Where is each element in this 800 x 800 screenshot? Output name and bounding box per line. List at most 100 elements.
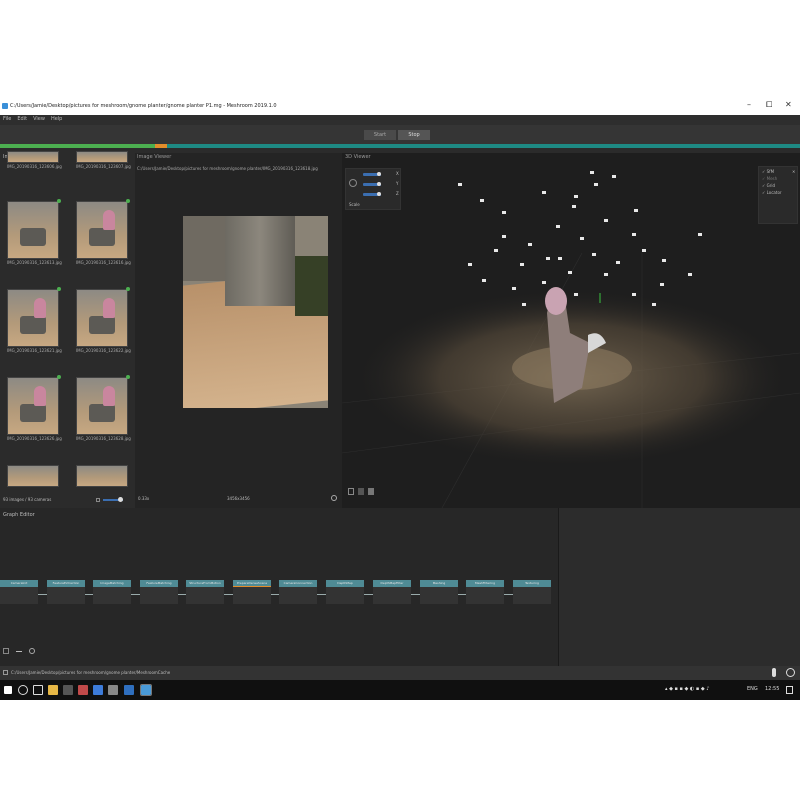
gizmo-icon[interactable] — [349, 179, 357, 187]
thumbnail-image — [7, 151, 59, 163]
start-button[interactable]: Start — [364, 130, 396, 140]
menu-bar: File Edit View Help — [0, 115, 800, 125]
zoom-level: 0.33x — [138, 496, 150, 501]
thumbnail[interactable]: IMG_20190316_123622.jpg — [76, 287, 131, 355]
camera-marker — [512, 287, 516, 290]
layer-mesh[interactable]: ✓ Mesh — [759, 174, 797, 181]
slider-knob[interactable] — [118, 497, 123, 502]
graph-node-body — [466, 587, 504, 604]
camera-marker — [542, 191, 546, 194]
x-axis-label: X — [396, 171, 399, 176]
texture-view-icon[interactable] — [368, 488, 374, 495]
3d-viewer-panel[interactable]: 3D Viewer X Y Z Scale ✓ SfM ✕ ✓ Mesh ✓ Gr… — [342, 153, 800, 508]
image-path: C:/Users/Jamie/Desktop/pictures for mesh… — [137, 166, 318, 171]
layer-grid[interactable]: ✓ Grid — [759, 181, 797, 188]
graph-node-body — [0, 587, 38, 604]
graph-node[interactable]: StructureFromMotion — [186, 580, 224, 606]
camera-marker — [482, 279, 486, 282]
app-icon[interactable] — [93, 685, 103, 695]
graph-node-title: CameraInit — [0, 580, 38, 587]
y-axis-knob[interactable] — [377, 182, 381, 186]
camera-marker — [520, 263, 524, 266]
status-indicator-icon — [786, 668, 795, 677]
graph-node[interactable]: MeshFiltering — [466, 580, 504, 606]
app-icon[interactable] — [124, 685, 134, 695]
file-explorer-icon[interactable] — [48, 685, 58, 695]
thumbnail-image — [7, 201, 59, 259]
graph-node[interactable]: DepthMapFilter — [373, 580, 411, 606]
graph-node[interactable]: Texturing — [513, 580, 551, 606]
z-axis-knob[interactable] — [377, 192, 381, 196]
layer-sfm[interactable]: ✓ SfM ✕ — [759, 167, 797, 174]
close-button[interactable]: ✕ — [785, 100, 792, 109]
graph-node-body — [233, 587, 271, 604]
camera-marker — [458, 183, 462, 186]
camera-marker — [558, 257, 562, 260]
task-view-icon[interactable] — [33, 685, 43, 695]
layer-locator[interactable]: ✓ Locator — [759, 188, 797, 195]
layers-panel: ✓ SfM ✕ ✓ Mesh ✓ Grid ✓ Locator — [758, 166, 798, 224]
thumbnail[interactable]: IMG_20190316_123621.jpg — [7, 287, 62, 355]
thumbnail[interactable] — [76, 465, 128, 487]
thumbnail[interactable]: IMG_20190316_123616.jpg — [76, 199, 131, 267]
graph-node[interactable]: DepthMap — [326, 580, 364, 606]
tray-icons[interactable]: ▴ ◆ ▪ ▪ ◆ ◐ ▪ ◆ ♪ — [665, 686, 709, 692]
settings-icon[interactable] — [29, 648, 35, 654]
graph-node[interactable]: FeatureMatching — [140, 580, 178, 606]
app-icon[interactable] — [78, 685, 88, 695]
minus-icon[interactable] — [16, 651, 22, 652]
x-axis-knob[interactable] — [377, 172, 381, 176]
images-count: 93 images / 93 cameras — [3, 497, 52, 502]
close-icon[interactable]: ✕ — [792, 169, 795, 174]
app-icon[interactable] — [63, 685, 73, 695]
stop-button[interactable]: Stop — [398, 130, 430, 140]
meshroom-taskbar-icon[interactable] — [140, 684, 152, 696]
scale-label: Scale — [349, 202, 360, 207]
camera-marker — [502, 235, 506, 238]
menu-edit[interactable]: Edit — [14, 115, 30, 122]
viewer-image[interactable] — [183, 216, 328, 408]
clock[interactable]: 12:55 — [765, 686, 779, 692]
transform-controls: X Y Z Scale — [345, 168, 401, 210]
thumbnail[interactable]: IMG_20190316_123626.jpg — [7, 375, 62, 443]
folder-icon — [3, 670, 8, 675]
graph-editor-title: Graph Editor — [3, 512, 35, 518]
maximize-button[interactable]: ⧠ — [766, 100, 772, 110]
menu-help[interactable]: Help — [48, 115, 65, 122]
thumbnail[interactable] — [7, 465, 59, 487]
menu-file[interactable]: File — [0, 115, 14, 122]
camera-marker — [634, 209, 638, 212]
graph-node[interactable]: Meshing — [420, 580, 458, 606]
microphone-icon — [772, 668, 776, 677]
thumbnail[interactable]: IMG_20190316_123628.jpg — [76, 375, 131, 443]
graph-node[interactable]: FeatureExtraction — [47, 580, 85, 606]
language-indicator[interactable]: ENG — [747, 686, 758, 692]
grid-size-icon — [96, 498, 100, 502]
graph-node[interactable]: CameraConnection — [279, 580, 317, 606]
windows-start-icon[interactable] — [4, 686, 12, 694]
graph-node[interactable]: PrepareDenseScene — [233, 580, 271, 606]
camera-view-icon[interactable] — [348, 488, 354, 495]
camera-marker — [660, 283, 664, 286]
mesh-view-icon[interactable] — [358, 488, 364, 495]
graph-node[interactable]: ImageMatching — [93, 580, 131, 606]
minimize-button[interactable]: – — [747, 100, 751, 109]
camera-marker — [590, 171, 594, 174]
search-icon[interactable] — [18, 685, 28, 695]
fit-view-icon[interactable] — [3, 648, 9, 654]
info-icon[interactable] — [331, 495, 337, 501]
graph-node[interactable]: CameraInit — [0, 580, 38, 606]
status-bar: C:/Users/Jamie/Desktop/pictures for mesh… — [0, 666, 800, 680]
thumbnail-caption: IMG_20190316_123607.jpg — [76, 164, 131, 169]
graph-editor[interactable]: Graph Editor CameraInit FeatureExtraction… — [0, 508, 558, 666]
menu-view[interactable]: View — [30, 115, 48, 122]
graph-node-title: DepthMap — [326, 580, 364, 587]
z-axis-label: Z — [396, 191, 399, 196]
camera-marker — [528, 243, 532, 246]
graph-edge — [504, 594, 513, 595]
camera-marker — [542, 281, 546, 284]
graph-node-body — [373, 587, 411, 604]
notifications-icon[interactable] — [786, 686, 793, 694]
thumbnail[interactable]: IMG_20190316_123613.jpg — [7, 199, 62, 267]
app-icon[interactable] — [108, 685, 118, 695]
